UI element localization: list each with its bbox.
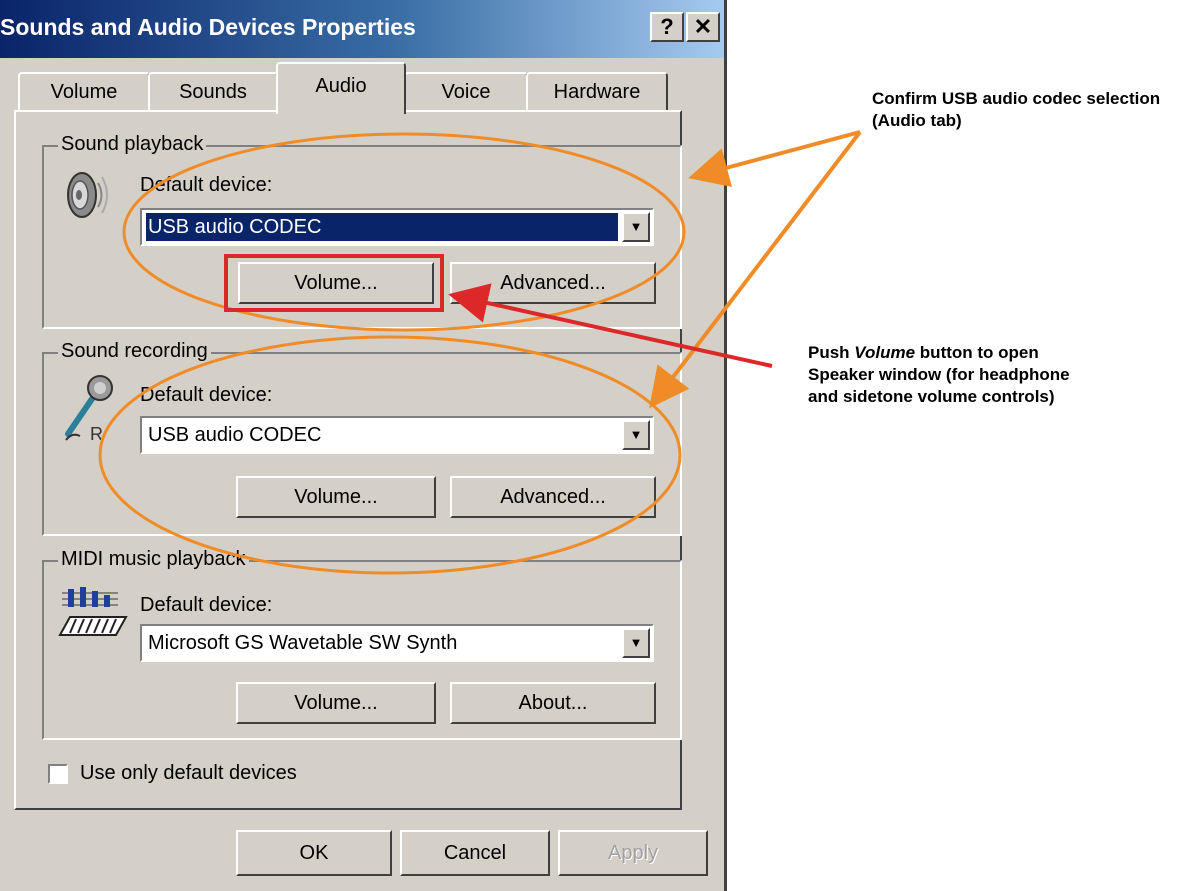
volume-annotation-line3: and sidetone volume controls) [808, 387, 1055, 406]
volume-button-highlight [224, 254, 444, 312]
codec-annotation-line2: (Audio tab) [872, 111, 962, 130]
codec-annotation: Confirm USB audio codec selection (Audio… [872, 88, 1160, 132]
volume-annotation-emphasis: Volume [854, 343, 916, 362]
volume-annotation-line2: Speaker window (for headphone [808, 365, 1070, 384]
tab-audio[interactable]: Audio [276, 62, 406, 114]
volume-annotation-pre: Push [808, 343, 855, 362]
volume-annotation-post: button to open [915, 343, 1039, 362]
codec-arrow-top [688, 130, 861, 188]
playback-highlight-ellipse [122, 132, 686, 332]
recording-highlight-ellipse [98, 335, 682, 575]
volume-annotation-line1: Push Volume button to open [808, 342, 1070, 364]
annotation-overlay [98, 130, 862, 575]
volume-annotation: Push Volume button to open Speaker windo… [808, 342, 1070, 408]
codec-annotation-line1: Confirm USB audio codec selection [872, 89, 1161, 108]
